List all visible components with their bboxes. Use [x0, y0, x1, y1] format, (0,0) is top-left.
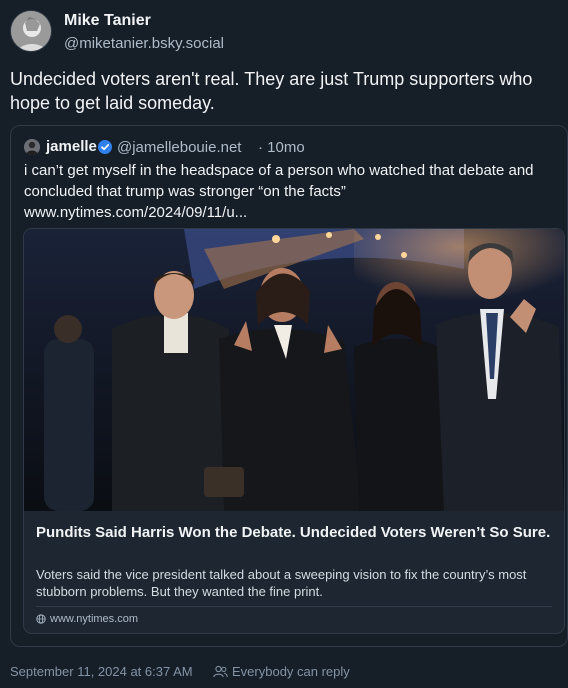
people-icon — [213, 665, 228, 678]
reply-setting[interactable]: Everybody can reply — [213, 664, 350, 679]
link-preview-card[interactable]: Pundits Said Harris Won the Debate. Unde… — [23, 228, 565, 634]
link-card-divider — [36, 606, 552, 607]
quoted-link[interactable]: www.nytimes.com/2024/09/11/u... — [24, 202, 247, 223]
user-avatar-icon — [11, 11, 51, 51]
quoted-avatar-icon — [24, 139, 40, 155]
quoted-display-name[interactable]: jamelle — [46, 138, 97, 155]
link-card-title[interactable]: Pundits Said Harris Won the Debate. Unde… — [36, 522, 554, 543]
quoted-post[interactable]: jamelle @jamellebouie.net · 10mo i can’t… — [10, 125, 568, 647]
author-handle[interactable]: @miketanier.bsky.social — [64, 35, 224, 52]
quoted-handle[interactable]: @jamellebouie.net — [117, 139, 241, 156]
verified-check-icon — [98, 140, 112, 154]
quoted-text: i can’t get myself in the headspace of a… — [24, 162, 534, 200]
author-display-name[interactable]: Mike Tanier — [64, 12, 151, 30]
quoted-timestamp[interactable]: · 10mo — [258, 139, 305, 156]
link-preview-image — [24, 229, 564, 511]
link-card-domain-text: www.nytimes.com — [50, 613, 139, 625]
post-text: Undecided voters aren't real. They are j… — [10, 69, 533, 113]
post: Mike Tanier @miketanier.bsky.social Unde… — [0, 0, 568, 688]
link-card-description: Voters said the vice president talked ab… — [36, 567, 527, 599]
reply-setting-text: Everybody can reply — [232, 664, 350, 679]
quoted-author-avatar[interactable] — [24, 139, 40, 155]
globe-icon — [36, 614, 46, 624]
link-card-domain[interactable]: www.nytimes.com — [36, 613, 138, 625]
author-avatar[interactable] — [10, 10, 52, 52]
post-timestamp[interactable]: September 11, 2024 at 6:37 AM — [10, 664, 193, 679]
